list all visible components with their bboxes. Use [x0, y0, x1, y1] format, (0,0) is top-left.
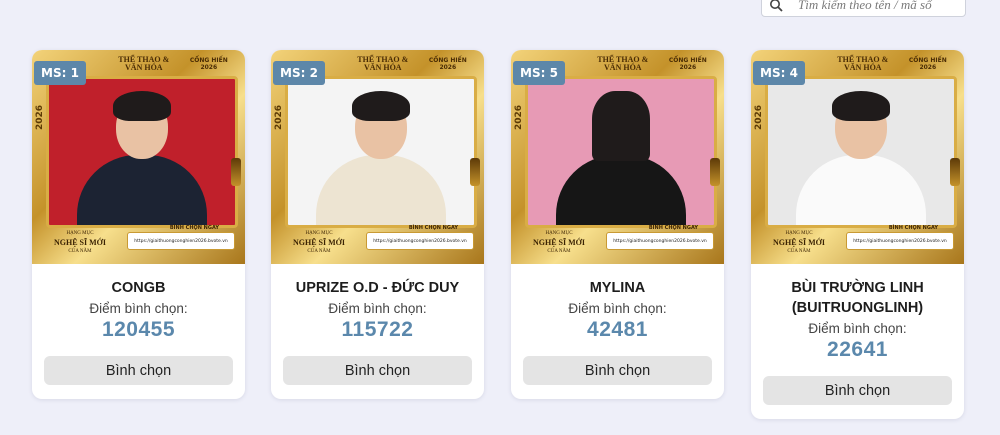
poster-year: 2026	[35, 104, 45, 130]
poster-category: HẠNG MỤC NGHỆ SĨ MỚI CỦA NĂM	[44, 229, 116, 256]
outfit	[77, 155, 207, 225]
candidate-name: UPRIZE O.D - ĐỨC DUY	[295, 280, 460, 296]
trophy-icon	[950, 158, 960, 186]
poster-cta-url: https://giaithuongconghien2026.bvote.vn	[606, 232, 714, 250]
candidate-photo	[288, 79, 474, 225]
award-name: CỐNG HIẾN 2026	[908, 57, 947, 71]
candidate-poster[interactable]: THỂ THAO & VĂN HÓA CỐNG HIẾN 2026 2026 H…	[271, 50, 484, 264]
poster-brand: THỂ THAO & VĂN HÓA CỐNG HIẾN 2026	[110, 54, 230, 74]
award-name: CỐNG HIẾN 2026	[428, 57, 467, 71]
candidate-photo	[49, 79, 235, 225]
candidate-poster[interactable]: THỂ THAO & VĂN HÓA CỐNG HIẾN 2026 2026 H…	[32, 50, 245, 264]
score-value: 42481	[587, 318, 648, 341]
vote-button[interactable]: Bình chọn	[44, 356, 233, 385]
search-box[interactable]	[761, 0, 966, 17]
candidate-photo	[528, 79, 714, 225]
outfit	[316, 155, 446, 225]
score-label: Điểm bình chọn:	[808, 321, 907, 336]
poster-cta-label: BÌNH CHỌN NGAY	[408, 225, 458, 231]
outfit	[796, 155, 926, 225]
poster-year: 2026	[274, 104, 284, 130]
outfit	[556, 155, 686, 225]
category-small: HẠNG MỤC	[305, 231, 333, 236]
vote-button[interactable]: Bình chọn	[523, 356, 712, 385]
candidate-name: CONGB	[111, 280, 166, 296]
poster-cta-label: BÌNH CHỌN NGAY	[169, 225, 219, 231]
brand-logo: THỂ THAO & VĂN HÓA	[597, 55, 649, 72]
brand-logo: THỂ THAO & VĂN HÓA	[837, 55, 889, 72]
candidate-name: BÙI TRƯỜNG LINH (BUITRUONGLINH)	[791, 280, 924, 316]
poster-brand: THỂ THAO & VĂN HÓA CỐNG HIẾN 2026	[829, 54, 949, 74]
candidate-card: THỂ THAO & VĂN HÓA CỐNG HIẾN 2026 2026 H…	[32, 50, 245, 399]
category-small: HẠNG MỤC	[545, 231, 573, 236]
vote-button[interactable]: Bình chọn	[763, 376, 952, 405]
category-small: HẠNG MỤC	[66, 231, 94, 236]
score-value: 120455	[101, 318, 176, 341]
poster-brand: THỂ THAO & VĂN HÓA CỐNG HIẾN 2026	[349, 54, 469, 74]
poster-year: 2026	[514, 104, 524, 130]
score-label: Điểm bình chọn:	[568, 301, 667, 316]
category-line1: NGHỆ SĨ MỚI	[772, 238, 825, 247]
brand-logo: THỂ THAO & VĂN HÓA	[357, 55, 409, 72]
category-line2: CỦA NĂM	[787, 249, 811, 254]
category-line1: NGHỆ SĨ MỚI	[532, 238, 585, 247]
award-name: CỐNG HIẾN 2026	[668, 57, 707, 71]
category-line2: CỦA NĂM	[68, 249, 92, 254]
search-icon	[768, 0, 784, 13]
trophy-icon	[710, 158, 720, 186]
poster-cta-url: https://giaithuongconghien2026.bvote.vn	[846, 232, 954, 250]
category-line2: CỦA NĂM	[307, 249, 331, 254]
poster-category: HẠNG MỤC NGHỆ SĨ MỚI CỦA NĂM	[523, 229, 595, 256]
category-small: HẠNG MỤC	[785, 231, 813, 236]
poster-year: 2026	[754, 104, 764, 130]
poster-category: HẠNG MỤC NGHỆ SĨ MỚI CỦA NĂM	[763, 229, 835, 256]
candidate-poster[interactable]: THỂ THAO & VĂN HÓA CỐNG HIẾN 2026 2026 H…	[511, 50, 724, 264]
search-input[interactable]	[798, 0, 958, 13]
candidate-poster[interactable]: THỂ THAO & VĂN HÓA CỐNG HIẾN 2026 2026 H…	[751, 50, 964, 264]
score-value: 22641	[827, 338, 888, 361]
hair	[113, 90, 171, 121]
poster-cta-url: https://giaithuongconghien2026.bvote.vn	[127, 232, 235, 250]
vote-button[interactable]: Bình chọn	[283, 356, 472, 385]
score-label: Điểm bình chọn:	[328, 301, 427, 316]
poster-cta-url: https://giaithuongconghien2026.bvote.vn	[366, 232, 474, 250]
poster-category: HẠNG MỤC NGHỆ SĨ MỚI CỦA NĂM	[283, 229, 355, 256]
brand-logo: THỂ THAO & VĂN HÓA	[118, 55, 170, 72]
candidate-card: THỂ THAO & VĂN HÓA CỐNG HIẾN 2026 2026 H…	[271, 50, 484, 399]
page: THỂ THAO & VĂN HÓA CỐNG HIẾN 2026 2026 H…	[0, 0, 1000, 435]
poster-brand: THỂ THAO & VĂN HÓA CỐNG HIẾN 2026	[589, 54, 709, 74]
hair	[352, 90, 410, 121]
candidate-number-badge: MS: 2	[273, 61, 325, 85]
trophy-icon	[231, 158, 241, 186]
trophy-icon	[470, 158, 480, 186]
candidate-number-badge: MS: 5	[513, 61, 565, 85]
category-line2: CỦA NĂM	[547, 249, 571, 254]
hair	[592, 90, 650, 161]
candidate-card: THỂ THAO & VĂN HÓA CỐNG HIẾN 2026 2026 H…	[511, 50, 724, 399]
score-label: Điểm bình chọn:	[89, 301, 188, 316]
category-line1: NGHỆ SĨ MỚI	[53, 238, 106, 247]
poster-cta-label: BÌNH CHỌN NGAY	[888, 225, 938, 231]
candidate-photo	[768, 79, 954, 225]
candidate-name: MYLINA	[589, 280, 646, 296]
hair	[832, 90, 890, 121]
candidate-card: THỂ THAO & VĂN HÓA CỐNG HIẾN 2026 2026 H…	[751, 50, 964, 419]
category-line1: NGHỆ SĨ MỚI	[292, 238, 345, 247]
candidate-number-badge: MS: 1	[34, 61, 86, 85]
award-name: CỐNG HIẾN 2026	[189, 57, 228, 71]
candidate-number-badge: MS: 4	[753, 61, 805, 85]
score-value: 115722	[341, 318, 414, 341]
poster-cta-label: BÌNH CHỌN NGAY	[648, 225, 698, 231]
